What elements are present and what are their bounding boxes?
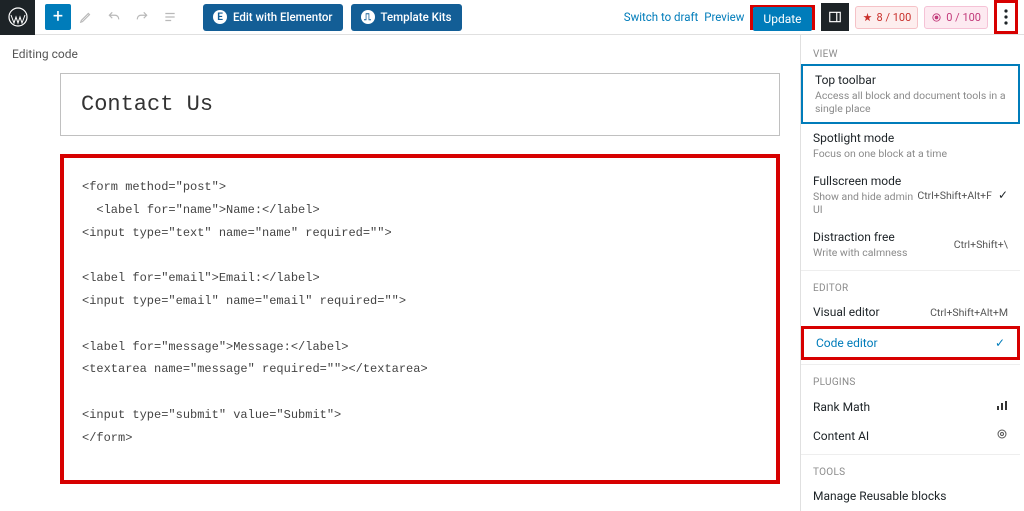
menu-fullscreen-sub: Show and hide admin UI	[813, 190, 917, 216]
menu-fullscreen-title: Fullscreen mode	[813, 174, 901, 188]
menu-top-toolbar-title: Top toolbar	[815, 73, 876, 87]
divider	[801, 454, 1020, 455]
menu-contentai[interactable]: Content AI	[801, 421, 1020, 450]
template-kits-icon: ⎍	[361, 10, 375, 24]
template-kits-label: Template Kits	[381, 10, 452, 24]
seo-score-badge[interactable]: 8 / 100	[855, 6, 919, 29]
switch-to-draft-link[interactable]: Switch to draft	[624, 10, 698, 24]
menu-top-toolbar-sub: Access all block and document tools in a…	[815, 89, 1006, 115]
undo-icon[interactable]	[101, 4, 127, 30]
check-icon: ✓	[998, 188, 1008, 202]
menu-code-title: Code editor	[816, 336, 878, 350]
menu-visual-editor[interactable]: Visual editor Ctrl+Shift+Alt+M	[801, 298, 1020, 326]
rankmath-icon	[996, 399, 1008, 414]
update-highlight: Update	[750, 5, 814, 30]
add-block-button[interactable]: +	[45, 4, 71, 30]
menu-top-toolbar[interactable]: Top toolbar Access all block and documen…	[801, 64, 1020, 124]
edit-elementor-label: Edit with Elementor	[233, 10, 333, 24]
kebab-icon	[1004, 9, 1008, 25]
template-kits-button[interactable]: ⎍ Template Kits	[351, 4, 462, 31]
edit-elementor-button[interactable]: E Edit with Elementor	[203, 4, 343, 31]
list-view-icon[interactable]	[157, 4, 183, 30]
section-editor-label: EDITOR	[801, 275, 1020, 298]
redo-icon[interactable]	[129, 4, 155, 30]
menu-spotlight-sub: Focus on one block at a time	[813, 147, 947, 160]
section-tools-label: TOOLS	[801, 459, 1020, 482]
menu-spotlight-title: Spotlight mode	[813, 131, 894, 145]
menu-fullscreen-kb: Ctrl+Shift+Alt+F	[917, 189, 992, 202]
more-options-button[interactable]	[997, 3, 1015, 31]
seo-score-icon	[862, 12, 873, 23]
divider	[801, 270, 1020, 271]
options-panel: VIEW Top toolbar Access all block and do…	[800, 35, 1020, 511]
section-view-label: VIEW	[801, 41, 1020, 64]
menu-spotlight[interactable]: Spotlight mode Focus on one block at a t…	[801, 124, 1020, 167]
menu-fullscreen[interactable]: Fullscreen mode Show and hide admin UI C…	[801, 167, 1020, 223]
editor-main: Contact Us <form method="post"> <label f…	[0, 73, 800, 511]
menu-contentai-label: Content AI	[813, 429, 869, 443]
settings-sidebar-toggle[interactable]	[821, 3, 849, 31]
menu-distraction-kb: Ctrl+Shift+\	[954, 238, 1008, 251]
section-plugins-label: PLUGINS	[801, 369, 1020, 392]
pencil-icon[interactable]	[73, 4, 99, 30]
check-icon: ✓	[995, 336, 1005, 350]
editing-mode-label: Editing code	[12, 47, 78, 61]
menu-code-editor[interactable]: Code editor ✓	[801, 326, 1020, 360]
content-ai-score-value: 0 / 100	[946, 11, 981, 24]
menu-distraction-title: Distraction free	[813, 230, 895, 244]
content-ai-score-badge[interactable]: 0 / 100	[924, 6, 988, 29]
content-ai-icon	[931, 12, 942, 23]
wordpress-logo-icon[interactable]	[0, 0, 35, 35]
top-toolbar: + E Edit with Elementor ⎍ Template Kits …	[0, 0, 1024, 35]
menu-rankmath[interactable]: Rank Math	[801, 392, 1020, 421]
menu-distraction-sub: Write with calmness	[813, 246, 954, 259]
update-button[interactable]: Update	[753, 7, 811, 31]
seo-score-value: 8 / 100	[877, 11, 912, 24]
contentai-icon	[996, 428, 1008, 443]
preview-link[interactable]: Preview	[704, 10, 744, 24]
menu-reusable-blocks[interactable]: Manage Reusable blocks	[801, 482, 1020, 510]
post-title-input[interactable]: Contact Us	[60, 73, 780, 136]
elementor-icon: E	[213, 10, 227, 24]
menu-visual-kb: Ctrl+Shift+Alt+M	[930, 306, 1008, 319]
code-editor-textarea[interactable]: <form method="post"> <label for="name">N…	[60, 154, 780, 484]
more-menu-highlight	[994, 0, 1018, 34]
menu-visual-title: Visual editor	[813, 305, 880, 319]
menu-reusable-label: Manage Reusable blocks	[813, 489, 946, 503]
divider	[801, 364, 1020, 365]
menu-rankmath-label: Rank Math	[813, 400, 870, 414]
menu-distraction-free[interactable]: Distraction free Write with calmness Ctr…	[801, 223, 1020, 266]
